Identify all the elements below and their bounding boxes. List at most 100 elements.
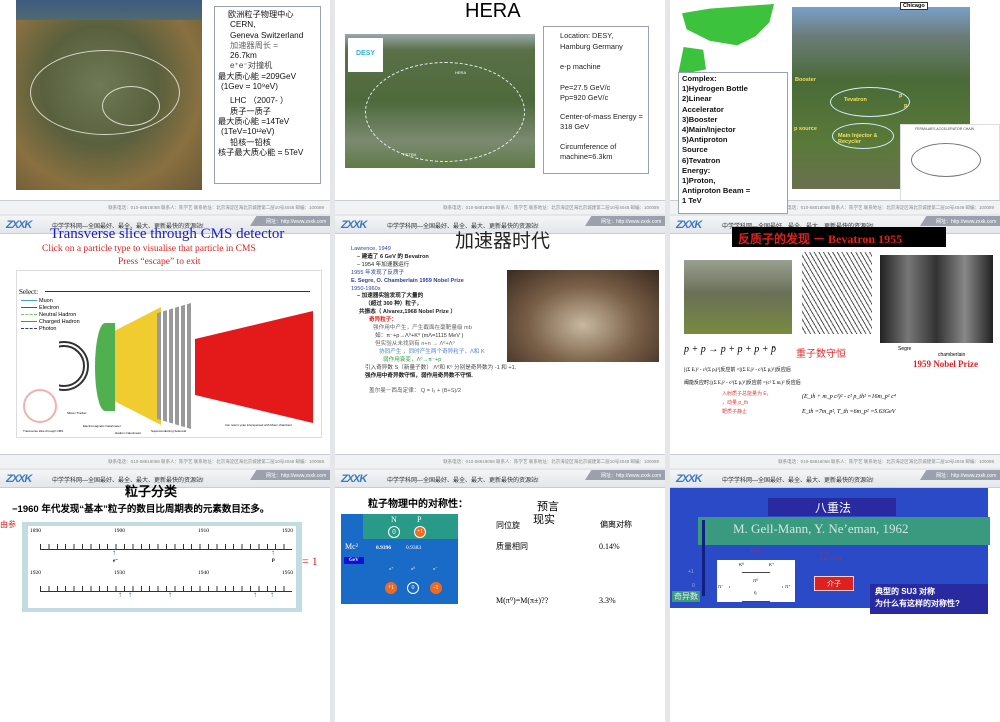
- slide-title: 八重法: [815, 501, 852, 515]
- particle-label: p: [272, 558, 275, 563]
- slide-footer: 联系电话：010-58818068 联系人：陈学艺 联系地址：北京海淀区海北京城…: [670, 454, 1000, 468]
- su3-text: 典型的 SU3 对称: [875, 587, 936, 596]
- side-text: 由参: [0, 520, 16, 529]
- legend-item[interactable]: Muon: [21, 298, 80, 305]
- octet-label: π⁰: [753, 578, 758, 583]
- zxxk-logo: ZXXK: [676, 473, 702, 485]
- header-url[interactable]: 网址：http://www.zxxk.com: [250, 470, 330, 480]
- slide-cms[interactable]: ZXXK 中学学科网—全国最好、最全、最大、更新最快的资源站! 网址：http://…: [0, 216, 330, 468]
- cms-thumbnail: [23, 389, 57, 423]
- complex-line: Source: [682, 145, 708, 155]
- octet-label: π⁺: [785, 584, 791, 589]
- equation: (E_th + m_p c²)² - c² p_th² =16m_p² c⁴: [802, 394, 896, 400]
- info-line: 欧洲粒子物理中心: [228, 10, 294, 19]
- legend-item[interactable]: Electron: [21, 305, 80, 312]
- slide-hera[interactable]: HERA DESY HERA PETRA Location: DESY, Ham…: [335, 0, 665, 214]
- slide-tevatron[interactable]: Chicago Booster Tevatron p p p source Ma…: [670, 0, 1000, 214]
- cms-diagram[interactable]: Select: Muon Electron Neutral Hadron Charge…: [16, 270, 322, 438]
- info-line: Pp=920 GeV/c: [560, 93, 609, 102]
- header-url[interactable]: 网址：http://www.zxxk.com: [585, 470, 665, 480]
- info-line: Location: DESY, Hamburg Germany: [560, 31, 623, 51]
- slide-accelerator-era[interactable]: ZXXK 中学学科网—全国最好、最全、最大、更新最快的资源站! 网址：http://…: [335, 216, 665, 468]
- era-line: 但实验从未找到有 n+n → Λ⁰+Λ⁰: [375, 340, 455, 347]
- complex-line: Antiproton Beam =: [682, 186, 751, 196]
- charge-circle: +1: [414, 526, 426, 538]
- kaon-label: K⁺ K⁻: [820, 550, 831, 555]
- slide-symmetry[interactable]: ZXXK 中学学科网—全国最好、最全、最大、更新最快的资源站! 网址：http://…: [335, 470, 665, 722]
- particle-arrow-icon: ↑: [168, 590, 172, 599]
- particle-arrow-icon: ↑: [118, 590, 122, 599]
- slide-eightfold-way[interactable]: ZXXK 中学学科网—全国最好、最全、最大、更新最快的资源站! 网址：http://…: [670, 470, 1000, 722]
- charge-circle: +1: [385, 582, 397, 594]
- slide-title: HERA: [465, 0, 521, 22]
- slide-title: 反质子的发现 － Bevatron 1955: [732, 227, 946, 247]
- strangeness-label: 奇异数: [672, 591, 700, 602]
- map-label: p source: [794, 126, 817, 132]
- select-label: Select:: [19, 288, 39, 296]
- column-header: 偏离对称: [600, 520, 632, 529]
- gev-label: GeV: [344, 557, 364, 564]
- table-cell: M(π⁰)=M(π±)??: [496, 596, 549, 605]
- info-line: 铅核一铅核: [230, 137, 271, 147]
- part-label: Hadron Calorimeter: [115, 431, 142, 435]
- octet-label: K⁺: [769, 562, 775, 567]
- timeline-year: 1900: [114, 528, 125, 534]
- slide-subtitle: Click on a particle type to visualise th…: [42, 244, 256, 254]
- legend-label: Photon: [39, 326, 57, 332]
- particle-label: e⁻: [113, 559, 118, 564]
- particle-arrow-icon: ↑: [271, 548, 275, 557]
- photo-caption: Segre: [898, 346, 912, 352]
- info-line: 加速器周长 =: [230, 40, 278, 50]
- part-label: Superconducting Solenoid: [151, 429, 187, 433]
- charge-circle: 0: [388, 526, 400, 538]
- slide-antiproton[interactable]: ZXXK中学学科网—全国最好、最全、最大、更新最快的资源站!网址：http://…: [670, 216, 1000, 468]
- header-url[interactable]: 网址：http://www.zxxk.com: [920, 216, 1000, 226]
- legend-label: Electron: [39, 305, 60, 311]
- nobel-prize-label: 1959 Nobel Prize: [913, 359, 978, 369]
- timeline-year: 1920: [30, 570, 41, 576]
- part-label: Iron return yoke interspersed with Muon …: [225, 423, 292, 427]
- legend-swatch: [21, 321, 37, 323]
- conservation-label: 重子数守恒: [796, 349, 846, 360]
- legend-label: Charged Hadron: [39, 319, 80, 325]
- slide-header: ZXXK 中学学科网—全国最好、最全、最大、更新最快的资源站! 网址：http://…: [335, 470, 665, 488]
- alaska-map: [678, 47, 706, 75]
- info-line: 核子最大质心能 = 5TeV: [218, 147, 304, 157]
- legend-label: Muon: [39, 298, 53, 304]
- header-url[interactable]: 网址：http://www.zxxk.com: [920, 470, 1000, 480]
- legend-item[interactable]: Neutral Hadron: [21, 312, 80, 319]
- complex-line: 1 TeV: [682, 196, 702, 206]
- legend-item[interactable]: Photon: [21, 326, 80, 333]
- mc2-label: Mc²: [345, 542, 359, 551]
- note: 入射质子总能量为 E₁: [722, 391, 769, 397]
- era-line: 引入奇异数 S（新量子数） Λ⁰和 K⁰ 分别是奇异数为 -1 和 +1.: [365, 364, 517, 371]
- legend-item[interactable]: Charged Hadron: [21, 319, 80, 326]
- slide-subtitle: Press “escape” to exit: [118, 257, 201, 267]
- slide-footer: 联系电话：010-58818068 联系人：陈学艺 联系地址：北京海淀区海北京城…: [0, 200, 330, 214]
- kaon-mass: 0.497 0.493: [820, 556, 842, 561]
- desy-logo: DESY: [348, 38, 383, 72]
- slide-classification[interactable]: ZXXK 中学学科网—全国最好、最全、最大、更新最快的资源站! 网址：http://…: [0, 470, 330, 722]
- complex-line: 3)Booster: [682, 114, 718, 124]
- era-line: 弱作用衰变，Λ⁰→π⁻+p: [383, 356, 442, 363]
- particle-arrow-icon: ↑: [112, 548, 116, 557]
- part-label: Electromagnetic Calorimeter: [83, 424, 121, 428]
- complex-line: 6)Tevatron: [682, 155, 721, 165]
- equation: [(Σ Eᵢ)² - c²(Σ pᵢ)²]反应前 =[(Σ Eᵢ)² - c²(…: [684, 368, 791, 373]
- legend-swatch: [21, 328, 37, 330]
- info-line: Center-of-mass Energy = 318 GeV: [560, 111, 643, 132]
- particle-arrow-icon: ↑: [253, 590, 257, 599]
- legend-swatch: [21, 307, 37, 309]
- axis-tick: +1: [688, 569, 694, 575]
- slide-cern[interactable]: 欧洲粒子物理中心 CERN, Geneva Switzerland 加速器周长 …: [0, 0, 330, 214]
- era-line: – 建造了 6 GeV 的 Bevatron: [357, 253, 429, 260]
- era-line: 如：π⁻+p→Λ⁰+K⁰ (mΛ=1115 MeV ): [375, 332, 464, 339]
- header-url[interactable]: 网址：http://www.zxxk.com: [250, 216, 330, 226]
- part-label: Silicon Tracker: [67, 411, 87, 415]
- header-url[interactable]: 网址：http://www.zxxk.com: [585, 216, 665, 226]
- info-line: 质子一质子: [230, 106, 271, 116]
- mass-value: 0.9396: [376, 545, 392, 551]
- meson-octet-diagram: K⁰ K⁺ π⁻ π⁰ η π⁺: [717, 560, 795, 602]
- header-slogan: 中学学科网—全国最好、最全、最大、更新最快的资源站!: [722, 478, 874, 484]
- timeline-year: 1950: [282, 570, 293, 576]
